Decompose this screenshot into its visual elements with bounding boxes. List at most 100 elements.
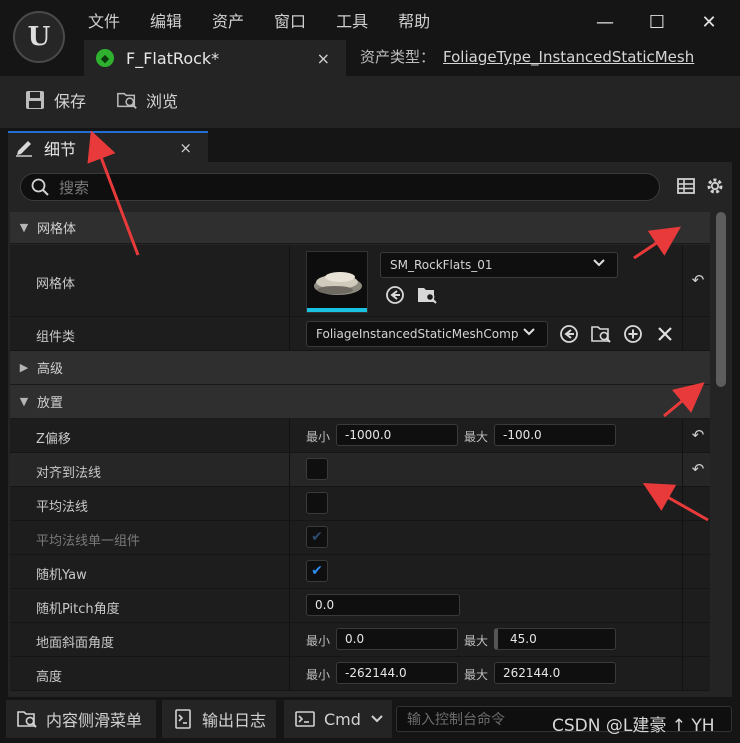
clear-icon[interactable] xyxy=(654,323,676,345)
align-to-normal-checkbox[interactable] xyxy=(306,458,328,480)
reset-to-default-icon[interactable]: ↶ xyxy=(686,460,710,478)
reset-to-default-icon[interactable]: ↶ xyxy=(686,271,710,289)
reset-to-default-icon[interactable]: ↶ xyxy=(686,426,710,444)
cmd-dropdown[interactable]: Cmd xyxy=(284,700,392,738)
collapse-arrow-icon: ▼ xyxy=(19,221,29,234)
height-min-field[interactable]: -262144.0 xyxy=(336,662,458,684)
foliage-asset-icon: ◆ xyxy=(96,49,114,67)
property-label: 网格体 xyxy=(36,277,76,292)
browse-folder-icon xyxy=(116,89,138,111)
mesh-asset-value: SM_RockFlats_01 xyxy=(390,258,493,272)
close-details-icon[interactable]: × xyxy=(179,139,192,157)
average-normal-checkbox[interactable] xyxy=(306,492,328,514)
min-label: 最小 xyxy=(306,668,331,682)
output-log-label: 输出日志 xyxy=(202,711,267,730)
z-offset-min-field[interactable]: -1000.0 xyxy=(336,424,458,446)
property-row-component-class: 组件类 FoliageInstancedStaticMeshCompc xyxy=(10,317,710,351)
z-offset-max-field[interactable]: -100.0 xyxy=(494,424,616,446)
max-label: 最大 xyxy=(464,430,489,444)
output-log-button[interactable]: 输出日志 xyxy=(162,700,276,738)
close-tab-icon[interactable]: × xyxy=(317,49,330,68)
property-label: 对齐到法线 xyxy=(36,466,102,481)
asset-type-label: 资产类型： xyxy=(360,48,436,66)
property-row-ground-slope: 地面斜面角度 最小 0.0 最大 45.0 xyxy=(10,623,710,657)
menu-item-edit[interactable]: 编辑 xyxy=(150,8,182,32)
max-label: 最大 xyxy=(464,668,489,682)
property-row-z-offset: Z偏移 最小 -1000.0 最大 -100.0 ↶ xyxy=(10,419,710,453)
ground-slope-max-field[interactable]: 45.0 xyxy=(494,628,616,650)
document-tab-label: F_FlatRock* xyxy=(126,48,220,68)
section-advanced[interactable]: ▶ 高级 xyxy=(10,351,710,385)
details-tab-label: 细节 xyxy=(44,139,77,159)
random-pitch-field[interactable]: 0.0 xyxy=(306,594,460,616)
min-label: 最小 xyxy=(306,634,331,648)
settings-gear-icon[interactable] xyxy=(705,176,727,198)
output-log-icon xyxy=(172,708,194,730)
browse-button[interactable]: 浏览 xyxy=(116,88,178,112)
asset-type: 资产类型： FoliageType_InstancedStaticMesh xyxy=(360,46,694,67)
browse-label: 浏览 xyxy=(146,92,179,111)
property-label: 平均法线单一组件 xyxy=(36,534,141,549)
use-selected-icon[interactable] xyxy=(384,284,406,306)
console-icon xyxy=(294,708,316,730)
save-button[interactable]: 保存 xyxy=(24,88,86,112)
content-drawer-button[interactable]: 内容侧滑菜单 xyxy=(6,700,156,738)
section-placement[interactable]: ▼ 放置 xyxy=(10,385,710,419)
search-icon xyxy=(31,178,49,196)
search-placeholder: 搜索 xyxy=(59,178,90,197)
pencil-icon xyxy=(14,138,34,158)
main-menu: 文件 编辑 资产 窗口 工具 帮助 xyxy=(88,8,460,32)
property-row-align-to-normal: 对齐到法线 ↶ xyxy=(10,453,710,487)
search-input[interactable]: 搜索 xyxy=(20,173,660,201)
ground-slope-min-field[interactable]: 0.0 xyxy=(336,628,458,650)
maximize-button[interactable]: ☐ xyxy=(642,12,672,33)
unreal-logo-icon[interactable]: U xyxy=(13,11,65,63)
save-icon xyxy=(24,89,46,111)
section-title: 放置 xyxy=(37,396,64,411)
panel-scrollbar[interactable] xyxy=(716,212,726,387)
thumbnail-accent-bar xyxy=(307,308,367,312)
menu-item-tools[interactable]: 工具 xyxy=(336,8,368,32)
property-row-mesh: 网格体 SM_RockFlats_01 ↶ xyxy=(10,245,710,317)
section-mesh[interactable]: ▼ 网格体 xyxy=(10,212,710,244)
property-label: 高度 xyxy=(36,670,63,685)
details-tab[interactable]: 细节 × xyxy=(8,131,208,162)
property-label: 平均法线 xyxy=(36,500,89,515)
console-placeholder: 输入控制台命令 xyxy=(407,712,505,728)
browse-class-icon[interactable] xyxy=(590,323,612,345)
document-tab[interactable]: ◆ F_FlatRock* × xyxy=(84,40,346,76)
random-yaw-checkbox[interactable]: ✔ xyxy=(306,560,328,582)
mesh-thumbnail[interactable] xyxy=(306,251,368,313)
collapse-arrow-icon: ▼ xyxy=(19,395,29,408)
chevron-down-icon xyxy=(371,713,383,725)
save-label: 保存 xyxy=(54,92,87,111)
chevron-down-icon xyxy=(523,326,535,341)
section-title: 高级 xyxy=(37,362,64,377)
menu-item-file[interactable]: 文件 xyxy=(88,8,120,32)
property-row-random-pitch: 随机Pitch角度 0.0 xyxy=(10,589,710,623)
expand-arrow-icon: ▶ xyxy=(19,361,29,374)
content-drawer-icon xyxy=(16,708,38,730)
property-label: 随机Pitch角度 xyxy=(36,602,120,617)
property-row-height: 高度 最小 -262144.0 最大 262144.0 xyxy=(10,657,710,691)
menu-item-help[interactable]: 帮助 xyxy=(398,8,430,32)
menu-item-asset[interactable]: 资产 xyxy=(212,8,244,32)
content-drawer-label: 内容侧滑菜单 xyxy=(46,711,143,730)
max-label: 最大 xyxy=(464,634,489,648)
table-view-icon[interactable] xyxy=(676,176,698,198)
cmd-label: Cmd xyxy=(324,709,361,729)
use-selected-icon[interactable] xyxy=(558,323,580,345)
property-label: Z偏移 xyxy=(36,432,71,447)
property-label: 随机Yaw xyxy=(36,568,87,583)
close-window-button[interactable]: ✕ xyxy=(694,12,724,33)
browse-asset-icon[interactable] xyxy=(416,284,438,306)
asset-type-link[interactable]: FoliageType_InstancedStaticMesh xyxy=(443,48,694,66)
component-class-dropdown[interactable]: FoliageInstancedStaticMeshCompc xyxy=(306,321,548,347)
menu-item-window[interactable]: 窗口 xyxy=(274,8,306,32)
add-class-icon[interactable] xyxy=(622,323,644,345)
average-normal-single-checkbox: ✔ xyxy=(306,526,328,548)
chevron-down-icon xyxy=(593,257,605,272)
height-max-field[interactable]: 262144.0 xyxy=(494,662,616,684)
minimize-button[interactable]: — xyxy=(590,12,620,33)
mesh-asset-dropdown[interactable]: SM_RockFlats_01 xyxy=(380,252,618,278)
